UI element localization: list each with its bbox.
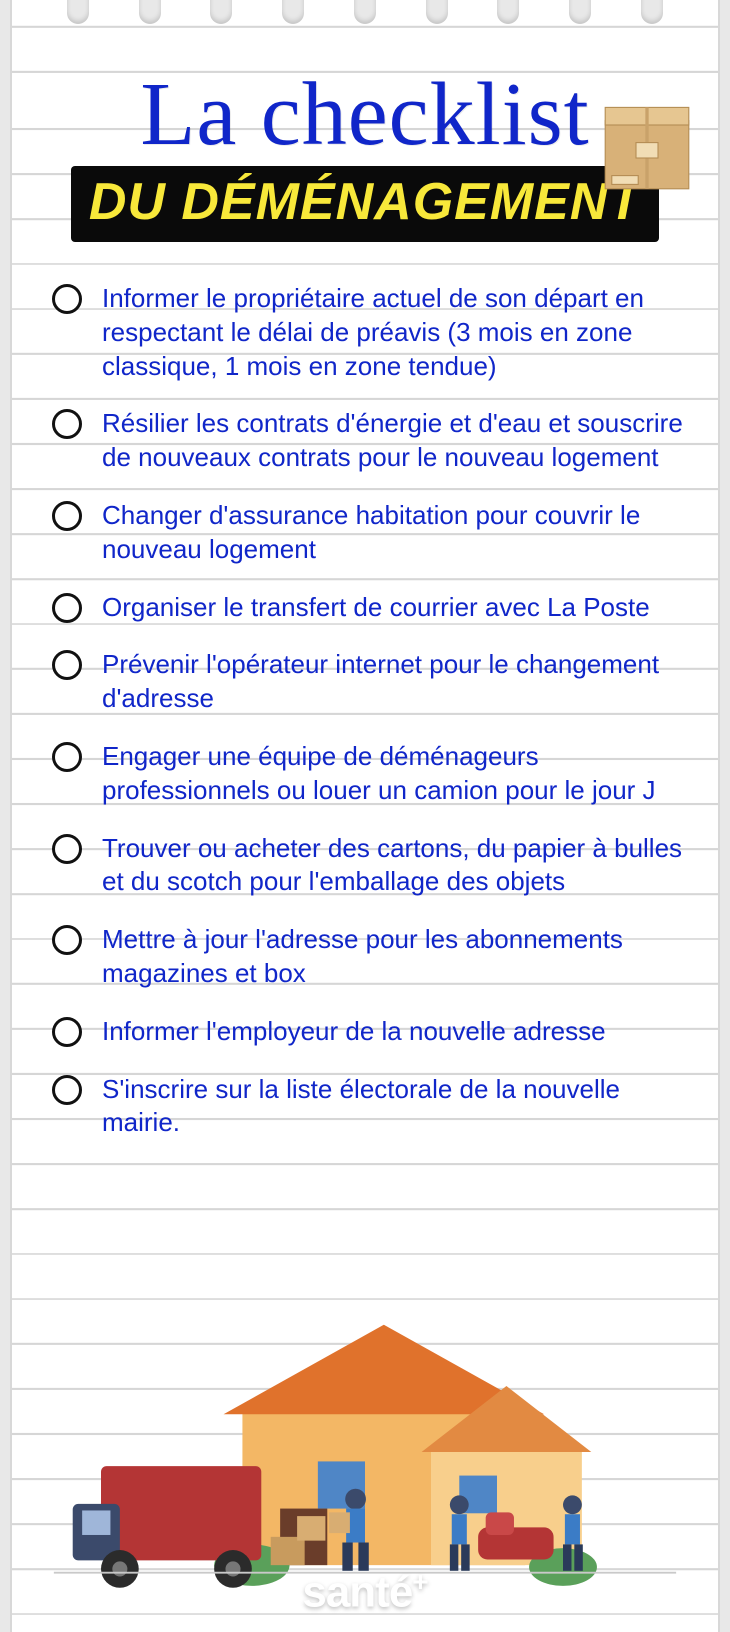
item-text: Prévenir l'opérateur internet pour le ch… (102, 648, 684, 716)
item-text: Mettre à jour l'adresse pour les abonnem… (102, 923, 684, 991)
moving-illustration (12, 1272, 718, 1612)
header: La checklist DU DÉMÉNAGEMENT (12, 0, 718, 242)
list-item: Engager une équipe de déménageurs profes… (52, 740, 684, 808)
cardboard-box-icon (592, 92, 702, 202)
list-item: Organiser le transfert de courrier avec … (52, 591, 684, 625)
notepad-page: La checklist DU DÉMÉNAGEMENT Informer le… (10, 0, 720, 1632)
item-text: Informer l'employeur de la nouvelle adre… (102, 1015, 606, 1049)
checkbox-circle[interactable] (52, 409, 82, 439)
checkbox-circle[interactable] (52, 834, 82, 864)
checkbox-circle[interactable] (52, 742, 82, 772)
checkbox-circle[interactable] (52, 1075, 82, 1105)
item-text: Organiser le transfert de courrier avec … (102, 591, 650, 625)
checkbox-circle[interactable] (52, 284, 82, 314)
list-item: Trouver ou acheter des cartons, du papie… (52, 832, 684, 900)
item-text: Engager une équipe de déménageurs profes… (102, 740, 684, 808)
list-item: Informer le propriétaire actuel de son d… (52, 282, 684, 383)
list-item: Informer l'employeur de la nouvelle adre… (52, 1015, 684, 1049)
list-item: Prévenir l'opérateur internet pour le ch… (52, 648, 684, 716)
item-text: S'inscrire sur la liste électorale de la… (102, 1073, 684, 1141)
checkbox-circle[interactable] (52, 593, 82, 623)
checkbox-circle[interactable] (52, 1017, 82, 1047)
checklist: Informer le propriétaire actuel de son d… (12, 242, 718, 1140)
item-text: Informer le propriétaire actuel de son d… (102, 282, 684, 383)
list-item: Résilier les contrats d'énergie et d'eau… (52, 407, 684, 475)
checkbox-circle[interactable] (52, 650, 82, 680)
item-text: Trouver ou acheter des cartons, du papie… (102, 832, 684, 900)
logo-text: santé (302, 1568, 412, 1617)
title-bar: DU DÉMÉNAGEMENT (71, 166, 659, 242)
list-item: Changer d'assurance habitation pour couv… (52, 499, 684, 567)
logo-plus: + (412, 1566, 427, 1597)
checkbox-circle[interactable] (52, 501, 82, 531)
checkbox-circle[interactable] (52, 925, 82, 955)
brand-logo: santé+ (12, 1566, 718, 1618)
list-item: S'inscrire sur la liste électorale de la… (52, 1073, 684, 1141)
list-item: Mettre à jour l'adresse pour les abonnem… (52, 923, 684, 991)
item-text: Résilier les contrats d'énergie et d'eau… (102, 407, 684, 475)
item-text: Changer d'assurance habitation pour couv… (102, 499, 684, 567)
